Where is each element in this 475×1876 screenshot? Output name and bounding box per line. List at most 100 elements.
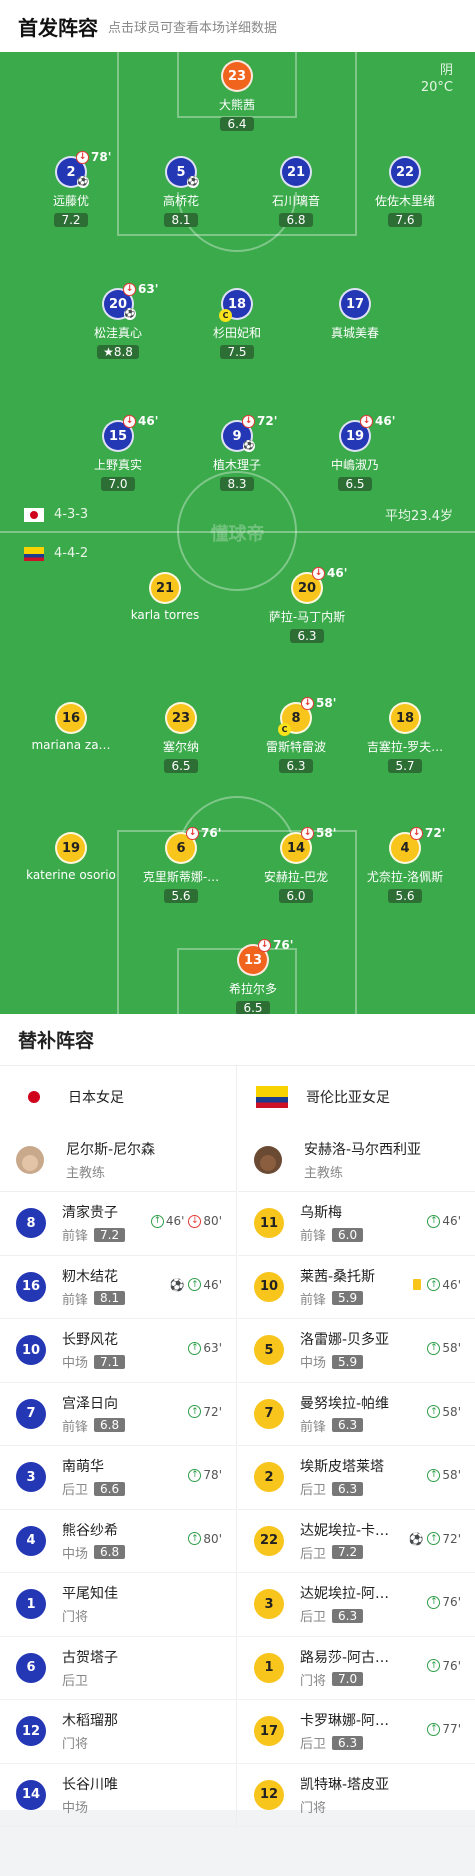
sub-player-row[interactable]: 11 乌斯梅 前锋 6.0 ↑ 46': [238, 1192, 475, 1256]
player-number-badge: 5 ⚽: [165, 156, 199, 188]
away-coach-row[interactable]: 安赫洛-马尔西利亚 主教练: [238, 1128, 475, 1192]
sub-player-row[interactable]: 17 卡罗琳娜-阿… 后卫 6.3 ↑ 77': [238, 1700, 475, 1764]
player-rating-value: 5.6: [171, 889, 191, 903]
pitch-player[interactable]: 20 ↓ 46' 萨拉-马丁内斯 6.3: [242, 566, 372, 644]
pitch-player[interactable]: 22 佐佐木里绪 7.6: [340, 156, 470, 228]
home-team-name: 日本女足: [68, 1090, 124, 1106]
pitch-player[interactable]: 18 C 杉田妃和 7.5: [172, 288, 302, 360]
sub-player-row[interactable]: 5 洛雷娜-贝多亚 中场 5.9 ↑ 58': [238, 1319, 475, 1383]
player-rating: 6.3: [290, 629, 324, 643]
sub-minute: 46': [327, 566, 348, 580]
pitch-player[interactable]: 9 ↓ 72' ⚽ 植木理子 8.3: [172, 414, 302, 492]
player-number-badge: 15 ↓ 46': [102, 414, 158, 452]
sub-player-row[interactable]: 3 达妮埃拉-阿… 后卫 6.3 ↑ 76': [238, 1573, 475, 1637]
player-number: 23: [171, 710, 191, 726]
player-number: 21: [155, 580, 175, 596]
sub-off-minute: 80': [203, 1214, 222, 1228]
player-rating-value: 5.6: [395, 889, 415, 903]
sub-player-row[interactable]: 4 熊谷纱希 中场 6.8 ↑ 80': [0, 1510, 236, 1573]
sub-player-row[interactable]: 7 宫泽日向 前锋 6.8 ↑ 72': [0, 1383, 236, 1446]
pitch-player[interactable]: 6 ↓ 76' 克里斯蒂娜-… 5.6: [116, 826, 246, 904]
pitch-player[interactable]: 18 吉塞拉-罗夫… 5.7: [340, 702, 470, 774]
sub-number-badge: 14: [16, 1779, 46, 1810]
sub-player-row[interactable]: 10 长野风花 中场 7.1 ↑ 63': [0, 1319, 236, 1383]
pitch-player[interactable]: 19 ↓ 46' 中嶋淑乃 6.5: [290, 414, 420, 492]
pitch-player[interactable]: 15 ↓ 46' 上野真实 7.0: [53, 414, 183, 492]
sub-position: 前锋: [62, 1419, 89, 1435]
player-rating-value: 6.5: [243, 1001, 263, 1014]
sub-player-row[interactable]: 12 凯特琳-塔皮亚 门将: [238, 1764, 475, 1827]
player-name: 杉田妃和: [212, 326, 261, 340]
player-number: 15: [108, 428, 128, 444]
player-number-badge: 16: [55, 702, 87, 734]
sub-player-row[interactable]: 1 平尾知佳 门将: [0, 1573, 236, 1637]
sub-position: 门将: [62, 1610, 89, 1626]
player-rating: 6.5: [164, 759, 198, 773]
colombia-flag-icon: [256, 1086, 288, 1108]
sub-player-row[interactable]: 1 路易莎-阿古… 门将 7.0 ↑ 76': [238, 1637, 475, 1700]
sub-number: 7: [26, 1406, 36, 1422]
sub-player-row[interactable]: 3 南萌华 后卫 6.6 ↑ 78': [0, 1446, 236, 1510]
home-team-header: 日本女足: [0, 1066, 236, 1128]
sub-off-marker: ↓ 78': [76, 150, 111, 164]
sub-player-row[interactable]: 12 木稻瑠那 门将: [0, 1700, 236, 1764]
sub-player-row[interactable]: 14 长谷川唯 中场: [0, 1764, 236, 1827]
sub-name: 木稻瑠那: [62, 1713, 118, 1730]
player-number-badge: 23: [165, 702, 197, 734]
sub-player-row[interactable]: 10 莱茜-桑托斯 前锋 5.9 ↑ 46': [238, 1256, 475, 1319]
pitch-player[interactable]: 4 ↓ 72' 尤奈拉-洛佩斯 5.6: [340, 826, 470, 904]
substitutes-title: 替补阵容: [0, 1014, 475, 1066]
sub-on-icon: ↑: [427, 1595, 441, 1609]
player-rating-value: 6.4: [227, 117, 247, 131]
sub-player-row[interactable]: 7 曼努埃拉-帕维 前锋 6.3 ↑ 58': [238, 1383, 475, 1446]
player-number-badge: 17: [339, 288, 371, 320]
sub-on-icon: ↑: [427, 1341, 441, 1355]
player-rating-value: 6.3: [286, 759, 306, 773]
player-number: 13: [243, 952, 263, 968]
sub-number: 3: [264, 1596, 274, 1612]
sub-on-icon: ↑: [150, 1214, 164, 1228]
sub-number: 17: [259, 1723, 279, 1739]
player-name: 塞尔纳: [162, 740, 199, 754]
home-coach-row[interactable]: 尼尔斯-尼尔森 主教练: [0, 1128, 236, 1192]
sub-off-icon: ↓: [188, 1214, 202, 1228]
sub-player-row[interactable]: 16 籾木结花 前锋 8.1 ⚽ ↑ 46': [0, 1256, 236, 1319]
pitch-player[interactable]: 17 真城美春: [290, 288, 420, 341]
sub-rating: 5.9: [332, 1291, 364, 1306]
sub-events: ↑ 46': [427, 1214, 461, 1228]
sub-minute: 63': [138, 282, 159, 296]
sub-player-row[interactable]: 2 埃斯皮塔莱塔 后卫 6.3 ↑ 58': [238, 1446, 475, 1510]
sub-on-minute: 76': [442, 1658, 461, 1673]
sub-player-row[interactable]: 22 达妮埃拉-卡… 后卫 7.2 ⚽ ↑ 72': [238, 1510, 475, 1573]
sub-off-icon: ↓: [258, 938, 271, 952]
sub-player-row[interactable]: 8 清家贵子 前锋 7.2 ↑ 46' ↓ 80': [0, 1192, 236, 1256]
page-title: 首发阵容: [18, 15, 98, 40]
player-rating: 8.1: [164, 213, 198, 227]
player-number: 14: [286, 840, 306, 856]
player-rating: 6.5: [338, 477, 372, 491]
pitch-player[interactable]: 5 ⚽ 高桥花 8.1: [116, 156, 246, 228]
player-rating: 6.3: [279, 759, 313, 773]
weather: 阴 20°C: [421, 62, 453, 96]
sub-player-row[interactable]: 6 古贺塔子 后卫: [0, 1637, 236, 1700]
player-name: 上野真实: [93, 458, 142, 472]
sub-on-minute: 58': [442, 1468, 461, 1482]
player-rating: 5.6: [164, 889, 198, 903]
player-number: 19: [61, 840, 81, 856]
pitch-player[interactable]: 23 大熊茜 6.4: [172, 60, 302, 132]
player-rating-value: 8.8: [113, 345, 133, 359]
player-number-badge: 23: [221, 60, 253, 92]
sub-number: 1: [26, 1596, 36, 1612]
sub-on-minute: 46': [442, 1277, 461, 1292]
pitch-player[interactable]: 13 ↓ 76' 希拉尔多 6.5: [188, 938, 318, 1014]
player-rating-value: 8.1: [171, 213, 191, 227]
pitch-player[interactable]: 21 karla torres: [100, 572, 230, 622]
sub-events: ↑ 58': [427, 1468, 461, 1482]
pitch-player[interactable]: 20 ↓ 63' ⚽ 松洼真心 ★8.8: [53, 282, 183, 360]
pitch-player[interactable]: 23 塞尔纳 6.5: [116, 702, 246, 774]
sub-number: 3: [26, 1469, 36, 1485]
player-number: 4: [400, 840, 410, 856]
sub-off-icon: ↓: [360, 414, 373, 428]
sub-off-icon: ↓: [123, 282, 136, 296]
sub-position: 前锋: [300, 1292, 327, 1308]
